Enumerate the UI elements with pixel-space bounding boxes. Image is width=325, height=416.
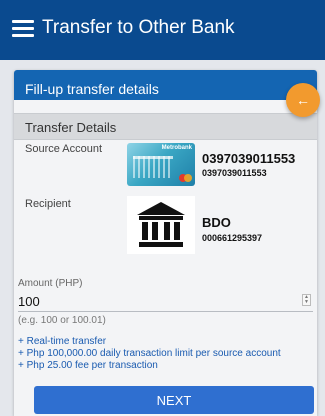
amount-label: Amount (PHP) xyxy=(18,278,83,289)
amount-underline xyxy=(18,311,313,312)
info-daily-limit: + Php 100,000.00 daily transaction limit… xyxy=(18,348,281,359)
section-header: Transfer Details xyxy=(14,113,317,140)
info-fee: + Php 25.00 fee per transaction xyxy=(18,360,158,371)
section-title: Transfer Details xyxy=(25,120,117,135)
recipient-bank-name: BDO xyxy=(202,215,231,230)
recipient-account-number: 000661295397 xyxy=(202,233,263,243)
info-realtime: + Real-time transfer xyxy=(18,336,107,347)
mastercard-logo-orange xyxy=(184,174,192,182)
card-header-title: Fill-up transfer details xyxy=(25,81,159,97)
stepper-down-icon[interactable]: ▼ xyxy=(304,300,309,305)
recipient-label: Recipient xyxy=(25,198,71,210)
source-account-card-image[interactable]: Metrobank xyxy=(127,143,195,186)
app-bar: Transfer to Other Bank xyxy=(0,0,325,60)
card-brand-logo: Metrobank xyxy=(161,145,192,151)
card-header: Fill-up transfer details xyxy=(14,70,317,100)
amount-hint: (e.g. 100 or 100.01) xyxy=(18,315,106,326)
bank-building-icon[interactable] xyxy=(127,196,195,254)
amount-input[interactable] xyxy=(18,292,313,310)
source-account-number: 0397039011553 xyxy=(202,151,296,166)
back-button[interactable]: ← xyxy=(286,83,320,117)
hamburger-menu-icon[interactable] xyxy=(12,20,34,37)
card-building-graphic xyxy=(133,156,173,178)
page-title: Transfer to Other Bank xyxy=(42,17,235,38)
amount-stepper[interactable]: ▲ ▼ xyxy=(302,294,311,306)
source-account-label: Source Account xyxy=(25,143,103,155)
next-button[interactable]: NEXT xyxy=(34,386,314,414)
arrow-left-icon: ← xyxy=(296,92,310,108)
source-account-number-sub: 0397039011553 xyxy=(202,168,267,178)
